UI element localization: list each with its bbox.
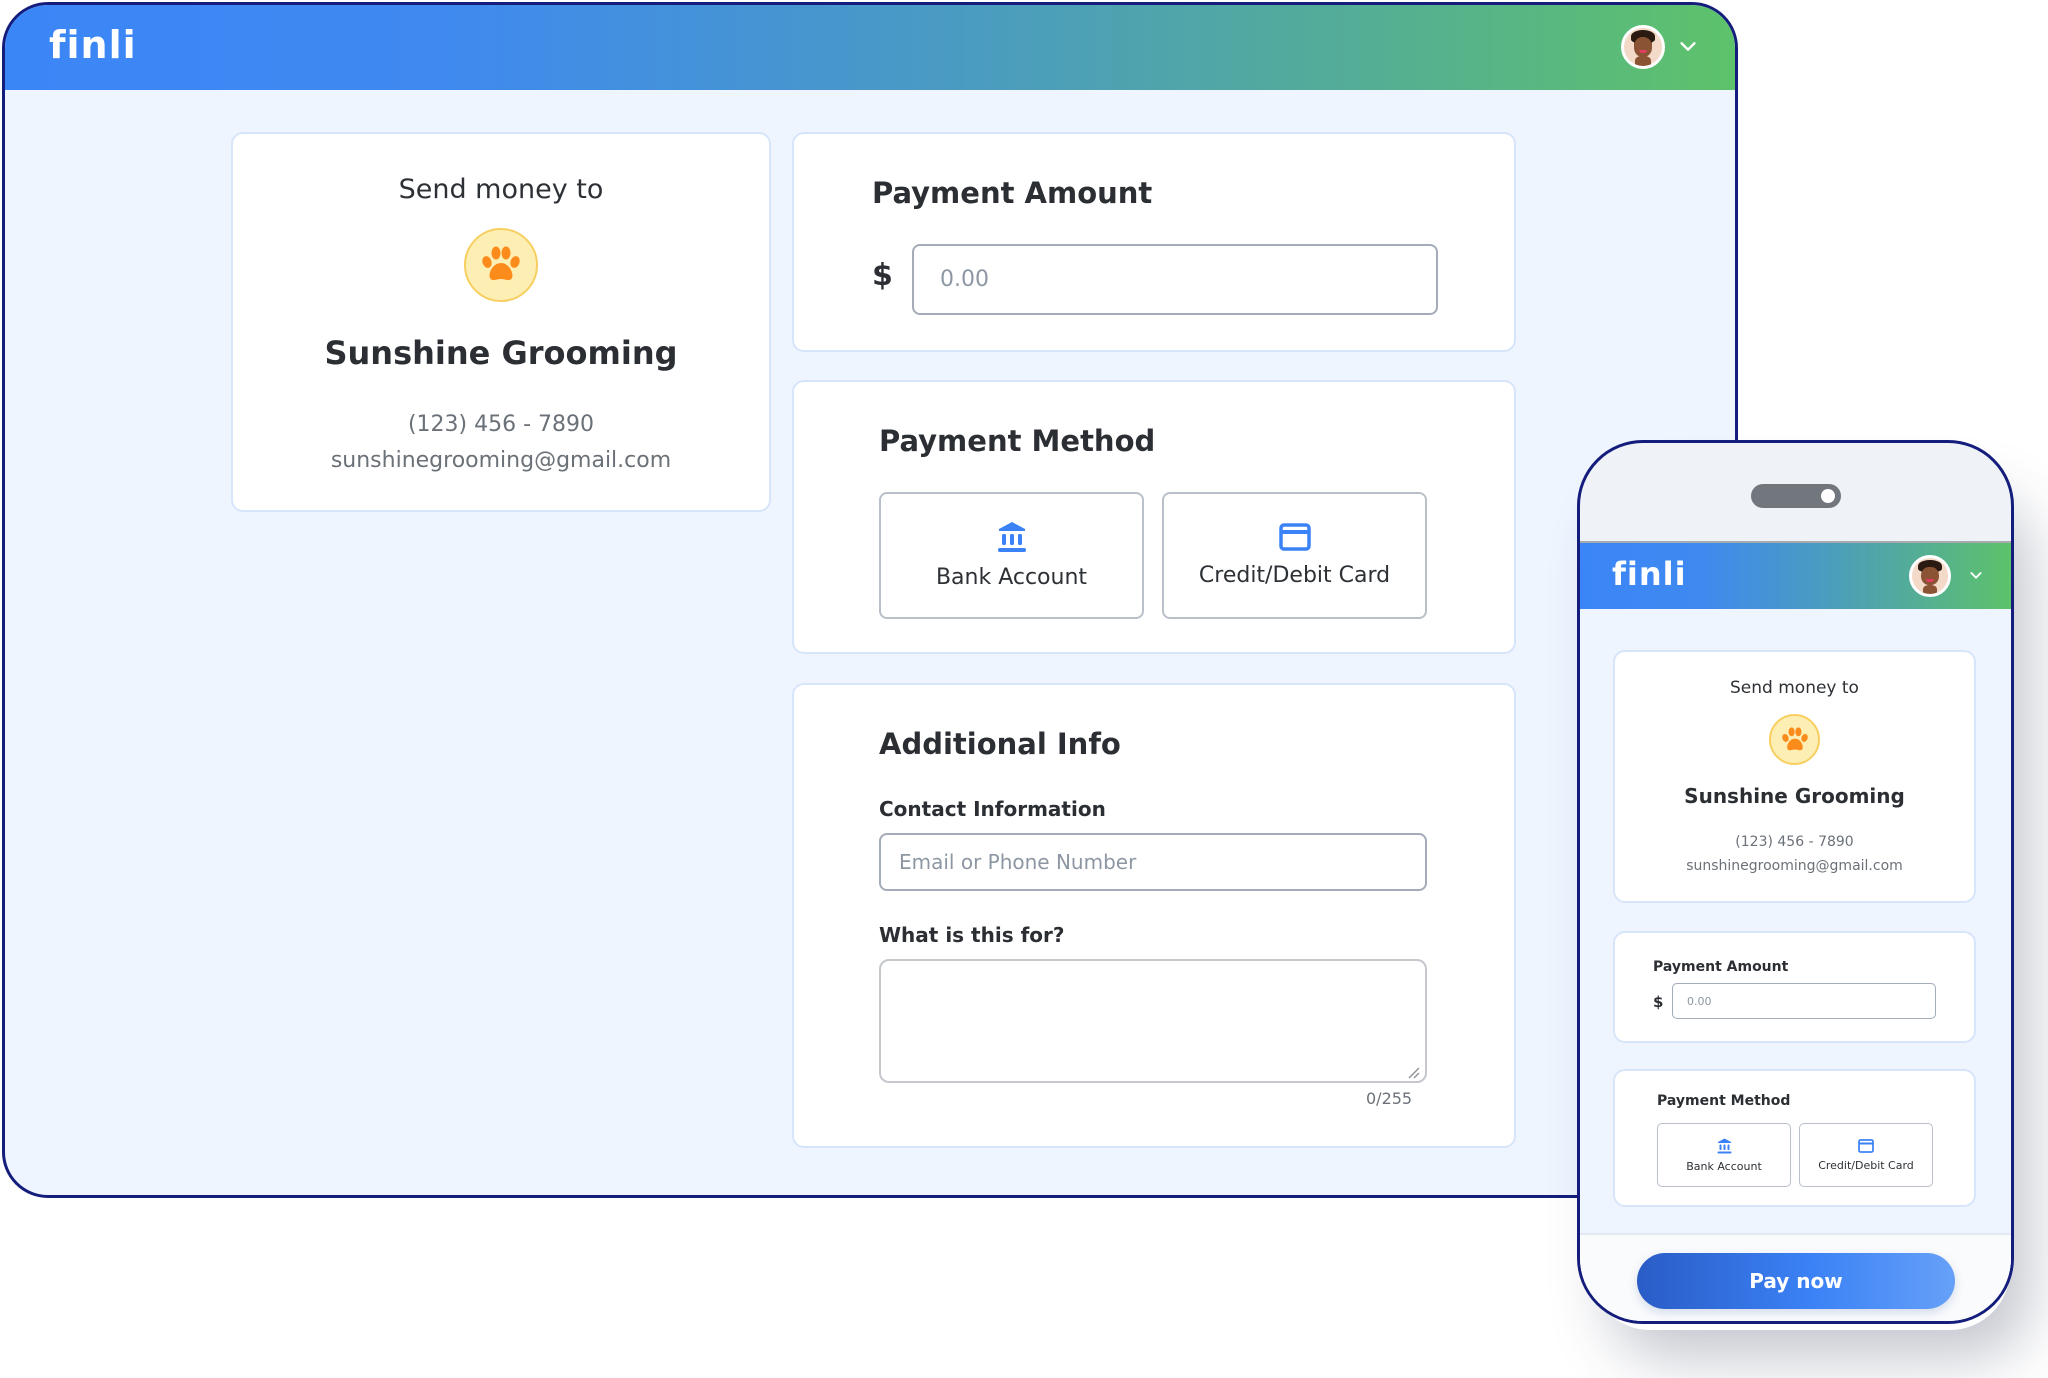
payment-method-card: Payment Method Bank Account Credit/Debit… [1613,1069,1976,1207]
mobile-phone-frame: finli Send money to Sunshine Grooming (1… [1577,440,2014,1324]
resize-handle-icon[interactable] [1406,1065,1420,1079]
bank-account-button[interactable]: Bank Account [1657,1123,1791,1187]
bank-icon [1717,1138,1731,1153]
recipient-card: Send money to Sunshine Grooming (123) 45… [1613,650,1976,903]
bank-account-label: Bank Account [1686,1159,1762,1173]
bank-account-button[interactable]: Bank Account [879,492,1144,619]
recipient-logo [464,228,538,302]
recipient-phone: (123) 456 - 7890 [1735,834,1854,850]
finli-logo[interactable]: finli [49,23,137,67]
contact-information-label: Contact Information [879,797,1106,821]
payment-amount-input[interactable] [1672,983,1936,1019]
credit-card-icon [1858,1138,1874,1153]
payment-amount-title: Payment Amount [872,176,1153,210]
payment-amount-card: Payment Amount $ [792,132,1516,352]
credit-debit-card-button[interactable]: Credit/Debit Card [1799,1123,1933,1187]
user-avatar[interactable] [1621,25,1665,69]
payment-amount-title: Payment Amount [1653,959,1789,975]
camera-dot [1821,489,1835,503]
credit-debit-card-button[interactable]: Credit/Debit Card [1162,492,1427,619]
additional-info-title: Additional Info [879,727,1121,761]
payment-method-title: Payment Method [879,424,1156,458]
contact-information-input[interactable] [879,833,1427,891]
phone-notch [1751,484,1841,508]
payment-method-title: Payment Method [1657,1093,1791,1109]
recipient-phone: (123) 456 - 7890 [407,412,595,437]
finli-logo[interactable]: finli [1612,555,1687,593]
recipient-email: sunshinegrooming@gmail.com [1686,858,1903,874]
purpose-label: What is this for? [879,923,1065,947]
credit-card-icon [1278,523,1311,551]
user-avatar[interactable] [1909,555,1951,597]
payment-amount-input[interactable] [912,244,1438,315]
recipient-email: sunshinegrooming@gmail.com [330,448,672,473]
recipient-card: Send money to Sunshine Grooming (123) 45… [231,132,771,512]
bank-account-label: Bank Account [935,565,1088,590]
credit-debit-card-label: Credit/Debit Card [1198,563,1391,588]
pay-now-button[interactable]: Pay now [1637,1253,1955,1309]
app-header: finli [5,5,1735,90]
recipient-name: Sunshine Grooming [1684,784,1905,808]
send-money-label: Send money to [398,174,604,205]
chevron-down-icon[interactable] [1677,35,1699,57]
additional-info-card: Additional Info Contact Information What… [792,683,1516,1148]
paw-icon [482,246,520,281]
payment-method-card: Payment Method Bank Account Credit/Debit… [792,380,1516,654]
desktop-window: finli Send money to Sunshine Grooming (1… [2,2,1738,1198]
mobile-app-header: finli [1580,543,2011,609]
purpose-textarea[interactable] [879,959,1427,1083]
paw-icon [1781,726,1808,750]
bank-icon [997,522,1026,552]
currency-symbol: $ [1653,993,1664,1011]
currency-symbol: $ [872,258,893,293]
chevron-down-icon[interactable] [1968,567,1984,583]
payment-amount-card: Payment Amount $ [1613,931,1976,1043]
send-money-label: Send money to [1730,678,1859,698]
recipient-name: Sunshine Grooming [324,334,678,372]
recipient-logo [1769,714,1820,765]
mobile-content: Send money to Sunshine Grooming (123) 45… [1580,609,2011,1321]
character-count: 0/255 [1366,1089,1413,1108]
mobile-footer: Pay now [1580,1233,2011,1321]
credit-debit-card-label: Credit/Debit Card [1818,1158,1914,1172]
